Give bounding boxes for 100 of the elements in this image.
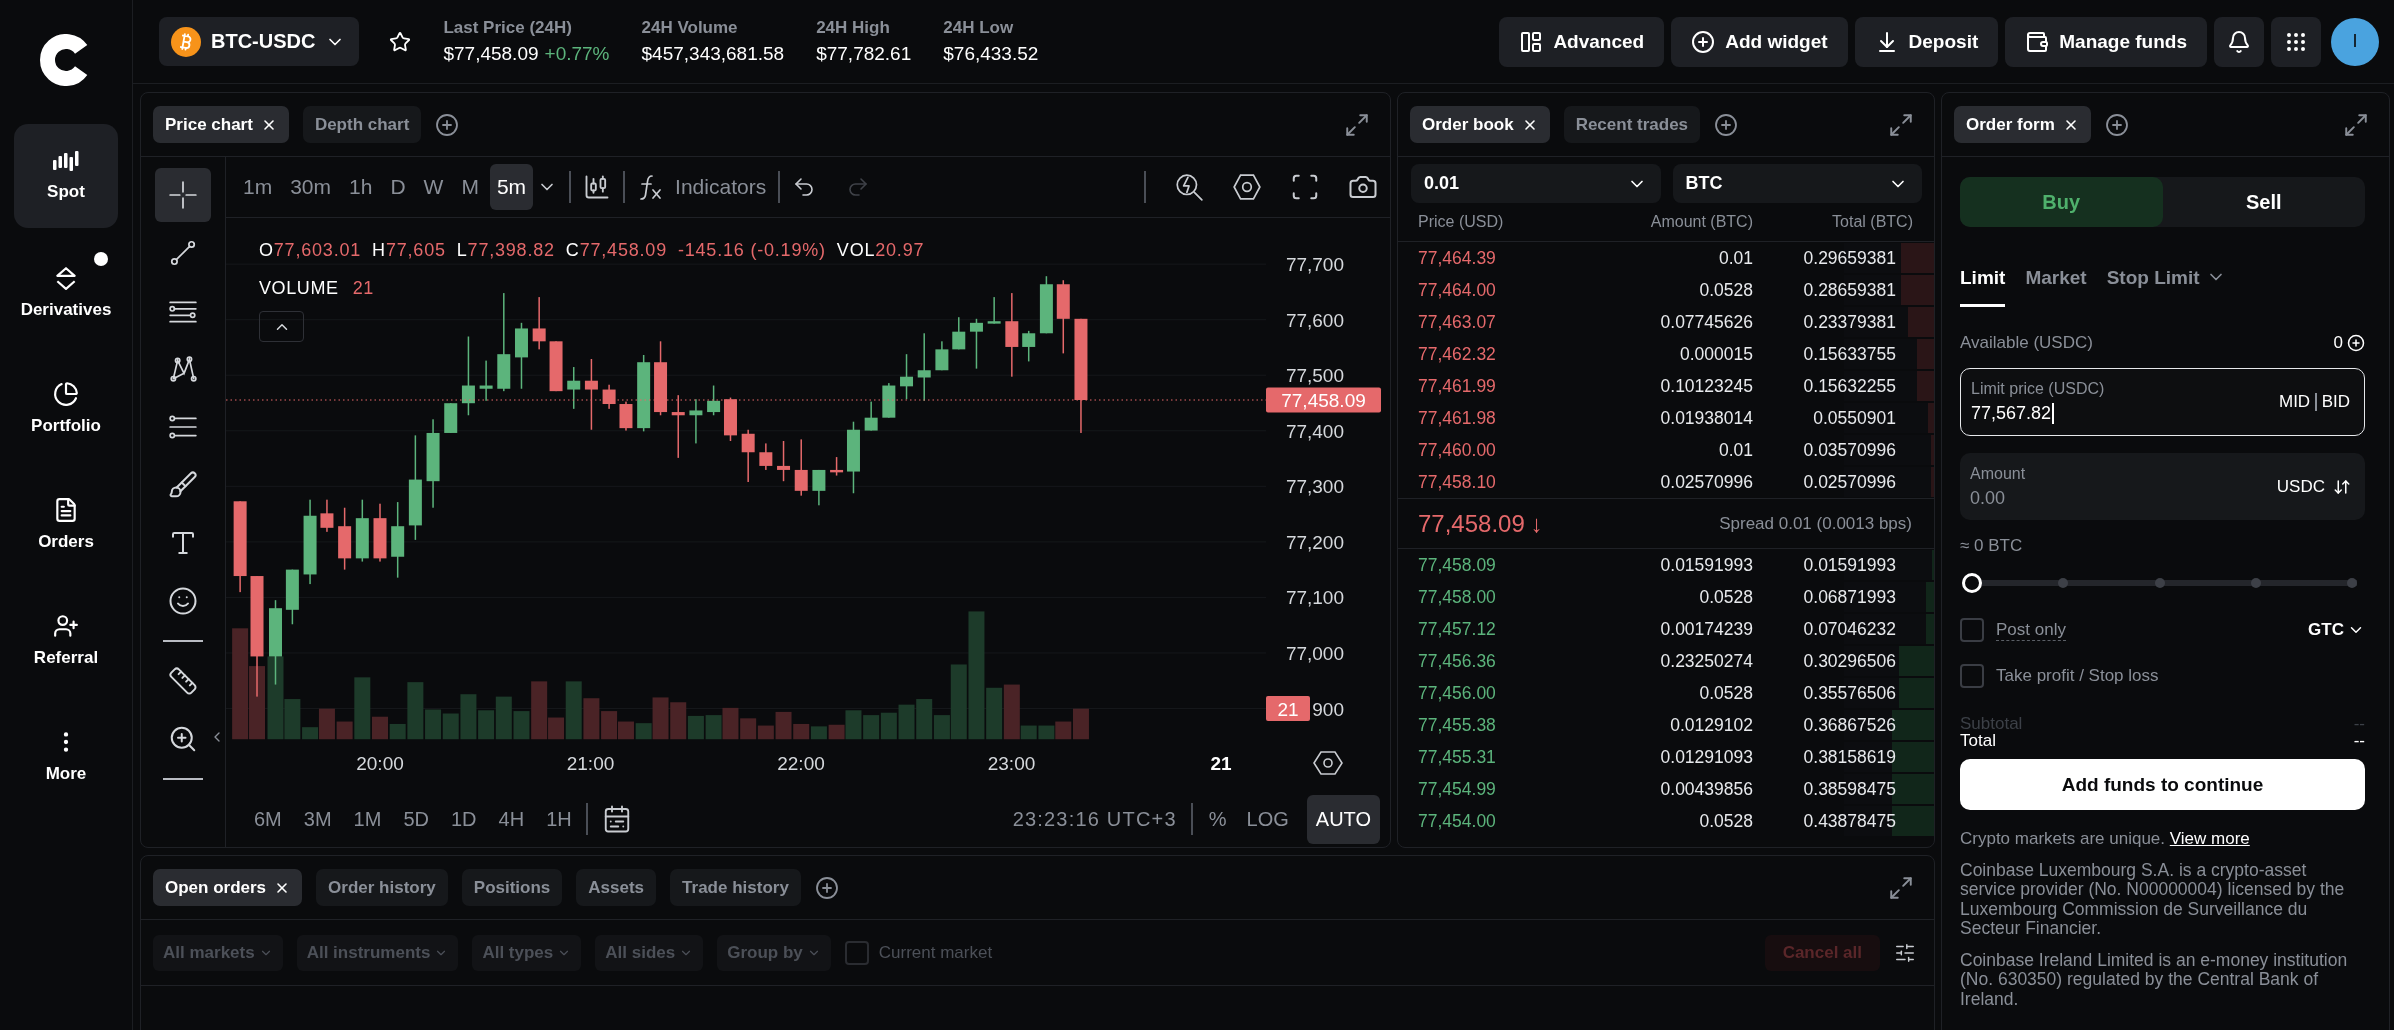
range-button[interactable]: 6M [254,807,282,831]
sliders-icon[interactable] [1894,941,1916,964]
side-button[interactable]: Buy [1960,177,2163,227]
fullscreen-icon[interactable] [1290,172,1320,202]
toolbar-button[interactable]: Deposit [1854,16,1999,67]
notifications-button[interactable] [2214,16,2264,67]
bar-chart-icon[interactable] [53,150,79,173]
panel-tab[interactable]: Order history [316,869,448,906]
add-tab-icon[interactable] [1714,112,1739,137]
settings-icon[interactable] [1232,172,1262,202]
apps-button[interactable] [2271,16,2321,67]
slider-stop-icon [2250,578,2261,588]
time-in-force-select[interactable]: GTC [2308,620,2365,640]
market-selector[interactable]: BTC-USDC [159,17,360,66]
expand-icon[interactable] [1888,874,1914,901]
panel-tab[interactable]: Positions [461,869,563,906]
unit-toggle[interactable]: USDC [2276,476,2351,497]
panel-tab[interactable]: Depth chart [302,106,422,143]
nav-item[interactable]: Spot [14,124,118,228]
view-more-link[interactable]: View more [2169,829,2250,848]
panel-tab[interactable]: Assets [576,869,657,906]
indicators-button[interactable]: Indicators [637,173,767,201]
interval-button[interactable]: D [383,164,413,210]
checkbox[interactable] [1960,618,1984,642]
panel-tab[interactable]: Open orders [153,869,303,906]
plus-circle-icon[interactable] [2347,334,2365,352]
scale-mode-button[interactable]: AUTO [1306,794,1380,844]
price-preset-button[interactable]: MID [2279,392,2311,412]
expand-icon[interactable] [1344,111,1370,138]
drawing-tool-button[interactable] [155,168,211,222]
ruler-icon[interactable] [168,666,198,696]
smiley-icon[interactable] [168,586,198,616]
toolbar-button[interactable]: Add widget [1671,16,1848,67]
price-preset-button[interactable]: BID [2321,392,2350,412]
range-button[interactable]: 4H [498,807,525,831]
amount-field[interactable]: Amount 0.00 USDC [1960,453,2365,520]
wallet-icon[interactable] [2025,29,2050,54]
checkbox[interactable] [1960,664,1984,688]
add-tab-icon[interactable] [814,875,839,900]
panel-tab[interactable]: Order book [1410,106,1550,143]
unit-select[interactable]: BTC [1672,164,1922,203]
range-button[interactable]: 1D [450,807,477,831]
order-type-tab[interactable]: Stop Limit [2106,255,2226,307]
range-button[interactable]: 5D [403,807,429,831]
crosshair-icon[interactable] [168,180,198,210]
triangles-icon[interactable] [53,264,79,291]
scale-mode-button[interactable]: LOG [1244,794,1291,844]
interval-button[interactable]: M [454,164,486,210]
trend-line-icon[interactable] [168,238,198,268]
function-icon[interactable] [637,173,664,201]
candlestick [602,384,616,409]
order-type-tab[interactable]: Limit [1960,255,2006,307]
nav-item[interactable]: Orders [14,472,118,576]
pattern-icon[interactable] [168,354,198,384]
avatar[interactable]: I [2331,17,2379,66]
panel-tab[interactable]: Trade history [670,869,801,906]
order-price: 77,464.39 [1418,247,1497,269]
nav-item[interactable]: Derivatives [14,240,118,344]
panel-tab[interactable]: Price chart [153,106,289,143]
nav-item[interactable]: Portfolio [14,356,118,460]
price-axis-label: 77,700 [1285,254,1344,276]
interval-button[interactable]: 1h [342,164,380,210]
interval-button[interactable]: 5m [489,164,534,210]
panel-tab[interactable]: Order form [1954,106,2091,143]
layout-icon[interactable] [1519,29,1544,54]
zoom-in-icon[interactable] [168,724,198,754]
lightning-search-icon[interactable] [1174,172,1204,202]
expand-icon[interactable] [2343,111,2369,138]
add-tab-icon[interactable] [2104,112,2129,137]
slider-thumb[interactable] [1962,573,1982,593]
channel-icon[interactable] [168,412,198,442]
scale-mode-button[interactable]: % [1206,794,1229,844]
amount-input[interactable]: 0.00 [1970,487,2030,509]
nav-item[interactable]: Referral [14,588,118,692]
side-button[interactable]: Sell [2162,177,2365,227]
range-button[interactable]: 3M [303,807,332,831]
tick-size-select[interactable]: 0.01 [1411,164,1661,203]
interval-button[interactable]: 1m [236,164,280,210]
interval-button[interactable]: 30m [283,164,339,210]
panel-tab[interactable]: Recent trades [1563,106,1701,143]
brush-icon[interactable] [168,470,198,500]
interval-button[interactable]: W [416,164,451,210]
swap-icon[interactable] [2333,477,2351,496]
plus-circle-icon[interactable] [1691,29,1716,54]
add-tab-icon[interactable] [435,112,460,137]
toolbar-button[interactable]: Advanced [1499,16,1665,67]
order-type-tab[interactable]: Market [2025,255,2087,307]
add-funds-button[interactable]: Add funds to continue [1960,759,2365,810]
expand-icon[interactable] [1888,111,1914,138]
pie-chart-icon[interactable] [53,380,79,407]
range-button[interactable]: 1M [353,807,382,831]
nav-item[interactable]: More [14,704,118,808]
toolbar-button[interactable]: Manage funds [2005,16,2207,67]
add-user-icon[interactable] [53,612,79,639]
range-button[interactable]: 1H [546,807,572,831]
star-icon[interactable] [389,30,412,53]
limit-price-field[interactable]: Limit price (USDC) 77,567.82 MID BID [1960,368,2365,436]
bell-icon[interactable] [2227,29,2251,54]
document-icon[interactable] [53,496,79,523]
settings-icon[interactable] [1313,751,1343,775]
